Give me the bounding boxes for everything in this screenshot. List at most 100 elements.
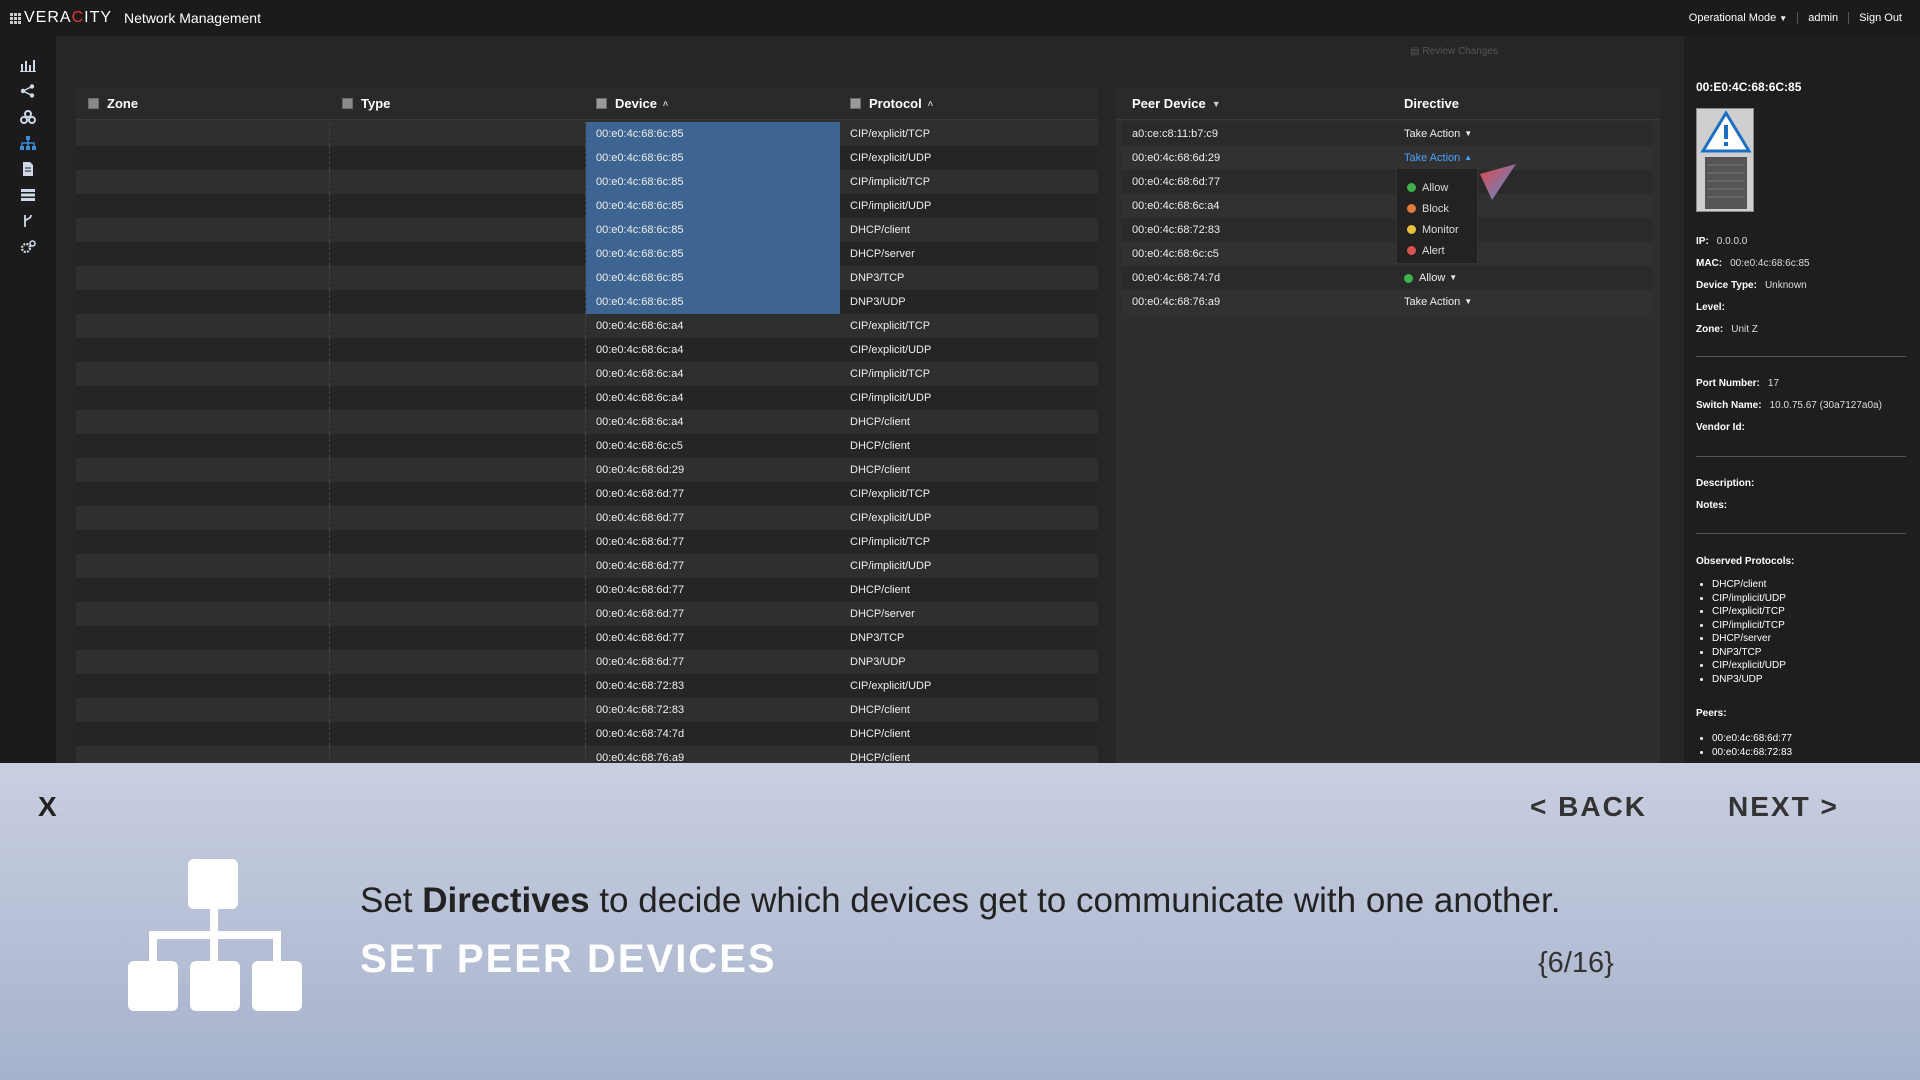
table-row[interactable]: 00:e0:4c:68:6c:a4 CIP/implicit/TCP <box>76 362 1098 386</box>
share-icon[interactable] <box>20 84 36 98</box>
device-cell[interactable]: 00:e0:4c:68:74:7d <box>586 722 840 746</box>
device-cell[interactable]: 00:e0:4c:68:6c:a4 <box>586 410 840 434</box>
device-cell[interactable]: 00:e0:4c:68:6c:a4 <box>586 386 840 410</box>
menu-item-block[interactable]: Block <box>1397 198 1477 219</box>
device-cell[interactable]: 00:e0:4c:68:6d:77 <box>586 554 840 578</box>
table-row[interactable]: 00:e0:4c:68:6d:77 CIP/explicit/TCP <box>76 482 1098 506</box>
peer-row[interactable]: 00:e0:4c:68:74:7d Allow ▼ <box>1122 266 1652 290</box>
table-row[interactable]: 00:e0:4c:68:6c:a4 CIP/implicit/UDP <box>76 386 1098 410</box>
table-row[interactable]: 00:e0:4c:68:6c:85 CIP/implicit/UDP <box>76 194 1098 218</box>
device-cell[interactable]: 00:e0:4c:68:6c:85 <box>586 218 840 242</box>
network-icon[interactable] <box>20 136 36 150</box>
peer-list-item[interactable]: 00:e0:4c:68:72:83 <box>1712 746 1792 760</box>
type-column-header[interactable]: Type <box>342 96 390 111</box>
fork-icon[interactable] <box>20 214 36 228</box>
protocol-column-header[interactable]: Protocol ˄ <box>850 96 933 111</box>
table-row[interactable]: 00:e0:4c:68:6d:29 DHCP/client <box>76 458 1098 482</box>
device-cell[interactable]: 00:e0:4c:68:6d:77 <box>586 578 840 602</box>
settings-icon[interactable] <box>20 240 36 254</box>
device-cell[interactable]: 00:e0:4c:68:6c:a4 <box>586 338 840 362</box>
table-row[interactable]: 00:e0:4c:68:6d:77 DNP3/TCP <box>76 626 1098 650</box>
peer-row[interactable]: 00:e0:4c:68:72:83 <box>1122 218 1652 242</box>
peer-row[interactable]: 00:e0:4c:68:6d:77 <box>1122 170 1652 194</box>
peer-row[interactable]: 00:e0:4c:68:76:a9 Take Action ▼ <box>1122 290 1652 314</box>
directive-dropdown[interactable]: Take Action ▼ <box>1404 122 1472 146</box>
device-cell[interactable]: 00:e0:4c:68:6c:85 <box>586 266 840 290</box>
device-column-header[interactable]: Device ˄ <box>596 96 668 111</box>
operational-mode-dropdown[interactable]: Operational Mode ▼ <box>1679 12 1799 24</box>
device-cell[interactable]: 00:e0:4c:68:6d:77 <box>586 482 840 506</box>
table-row[interactable]: 00:e0:4c:68:6c:a4 CIP/explicit/TCP <box>76 314 1098 338</box>
device-cell[interactable]: 00:e0:4c:68:6c:85 <box>586 194 840 218</box>
table-row[interactable]: 00:e0:4c:68:6d:77 DHCP/server <box>76 602 1098 626</box>
sort-asc-icon[interactable]: ˄ <box>928 99 933 109</box>
menu-item-alert[interactable]: Alert <box>1397 240 1477 261</box>
menu-item-allow[interactable]: Allow <box>1397 177 1477 198</box>
table-row[interactable]: 00:e0:4c:68:6d:77 DHCP/client <box>76 578 1098 602</box>
table-row[interactable]: 00:e0:4c:68:6d:77 CIP/implicit/TCP <box>76 530 1098 554</box>
protocol-checkbox[interactable] <box>850 98 861 109</box>
menu-item-monitor[interactable]: Monitor <box>1397 219 1477 240</box>
device-cell[interactable]: 00:e0:4c:68:6d:77 <box>586 650 840 674</box>
table-row[interactable]: 00:e0:4c:68:6c:c5 DHCP/client <box>76 434 1098 458</box>
chevron-down-icon[interactable]: ▼ <box>1212 99 1221 109</box>
device-cell[interactable]: 00:e0:4c:68:6d:29 <box>586 458 840 482</box>
device-checkbox[interactable] <box>596 98 607 109</box>
type-checkbox[interactable] <box>342 98 353 109</box>
zone-checkbox[interactable] <box>88 98 99 109</box>
table-row[interactable]: 00:e0:4c:68:74:7d DHCP/client <box>76 722 1098 746</box>
directive-dropdown[interactable]: Take Action ▲ <box>1404 146 1472 170</box>
table-row[interactable]: 00:e0:4c:68:6c:85 DNP3/TCP <box>76 266 1098 290</box>
device-cell[interactable]: 00:e0:4c:68:6d:77 <box>586 602 840 626</box>
zone-column-header[interactable]: Zone <box>88 96 138 111</box>
table-row[interactable]: 00:e0:4c:68:72:83 CIP/explicit/UDP <box>76 674 1098 698</box>
biohazard-icon[interactable] <box>20 110 36 124</box>
directive-dropdown[interactable]: Take Action ▼ <box>1404 290 1472 314</box>
device-cell[interactable]: 00:e0:4c:68:6c:85 <box>586 242 840 266</box>
peer-row[interactable]: 00:e0:4c:68:6d:29 Take Action ▲ <box>1122 146 1652 170</box>
sort-asc-icon[interactable]: ˄ <box>663 99 668 109</box>
peer-device-column-header[interactable]: Peer Device ▼ <box>1132 96 1221 111</box>
table-row[interactable]: 00:e0:4c:68:6c:85 CIP/explicit/UDP <box>76 146 1098 170</box>
table-row[interactable]: 00:e0:4c:68:6c:85 DHCP/server <box>76 242 1098 266</box>
peer-row[interactable]: 00:e0:4c:68:6c:c5 <box>1122 242 1652 266</box>
chart-icon[interactable] <box>20 58 36 72</box>
table-row[interactable]: 00:e0:4c:68:6c:a4 DHCP/client <box>76 410 1098 434</box>
device-cell[interactable]: 00:e0:4c:68:6d:77 <box>586 530 840 554</box>
peer-row[interactable]: a0:ce:c8:11:b7:c9 Take Action ▼ <box>1122 122 1652 146</box>
peer-row[interactable]: 00:e0:4c:68:6c:a4 <box>1122 194 1652 218</box>
table-row[interactable]: 00:e0:4c:68:6c:85 CIP/implicit/TCP <box>76 170 1098 194</box>
document-icon[interactable] <box>20 162 36 176</box>
table-row[interactable]: 00:e0:4c:68:6d:77 DNP3/UDP <box>76 650 1098 674</box>
peer-list-item[interactable]: 00:e0:4c:68:6d:77 <box>1712 732 1792 746</box>
device-cell[interactable]: 00:e0:4c:68:6c:c5 <box>586 434 840 458</box>
device-cell[interactable]: 00:e0:4c:68:6d:77 <box>586 506 840 530</box>
review-changes-button[interactable]: ▤ Review Changes <box>1410 46 1498 57</box>
table-row[interactable]: 00:e0:4c:68:6c:85 DHCP/client <box>76 218 1098 242</box>
device-cell[interactable]: 00:e0:4c:68:6c:85 <box>586 146 840 170</box>
back-button[interactable]: < BACK <box>1530 791 1647 823</box>
table-row[interactable]: 00:e0:4c:68:6d:77 CIP/explicit/UDP <box>76 506 1098 530</box>
device-cell[interactable]: 00:e0:4c:68:6c:a4 <box>586 362 840 386</box>
device-cell[interactable]: 00:e0:4c:68:6d:77 <box>586 626 840 650</box>
device-cell[interactable]: 00:e0:4c:68:72:83 <box>586 674 840 698</box>
table-row[interactable]: 00:e0:4c:68:6c:a4 CIP/explicit/UDP <box>76 338 1098 362</box>
close-tour-button[interactable]: X <box>38 791 57 823</box>
type-cell <box>330 650 586 674</box>
table-row[interactable]: 00:e0:4c:68:6c:85 CIP/explicit/TCP <box>76 122 1098 146</box>
list-icon[interactable] <box>20 188 36 202</box>
user-menu[interactable]: admin <box>1798 12 1850 24</box>
device-cell[interactable]: 00:e0:4c:68:6c:85 <box>586 122 840 146</box>
sign-out-link[interactable]: Sign Out <box>1849 12 1912 24</box>
device-cell[interactable]: 00:e0:4c:68:6c:85 <box>586 290 840 314</box>
device-cell[interactable]: 00:e0:4c:68:6c:a4 <box>586 314 840 338</box>
table-row[interactable]: 00:e0:4c:68:6c:85 DNP3/UDP <box>76 290 1098 314</box>
veracity-logo[interactable]: VERA C ITY <box>10 9 112 27</box>
device-cell[interactable]: 00:e0:4c:68:72:83 <box>586 698 840 722</box>
table-row[interactable]: 00:e0:4c:68:6d:77 CIP/implicit/UDP <box>76 554 1098 578</box>
directive-dropdown-menu: Allow Block Monitor Alert <box>1396 168 1478 264</box>
device-cell[interactable]: 00:e0:4c:68:6c:85 <box>586 170 840 194</box>
directive-dropdown[interactable]: Allow ▼ <box>1404 266 1457 290</box>
next-button[interactable]: NEXT > <box>1728 791 1839 823</box>
table-row[interactable]: 00:e0:4c:68:72:83 DHCP/client <box>76 698 1098 722</box>
